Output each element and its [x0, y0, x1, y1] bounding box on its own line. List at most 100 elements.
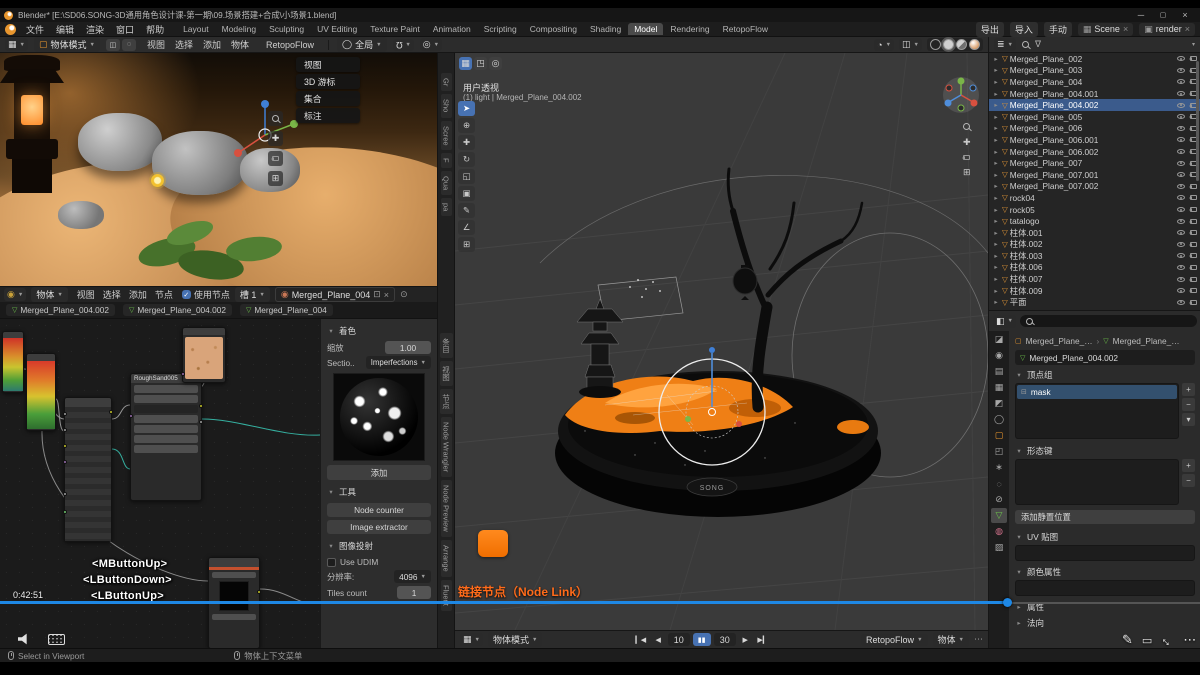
properties-editor-icon[interactable]: ◧▼: [993, 315, 1016, 328]
maximize-button[interactable]: ▢: [1152, 9, 1174, 21]
hide-render-icon[interactable]: [1190, 253, 1197, 258]
frame-end-field[interactable]: 30: [714, 633, 736, 646]
material-slot-selector[interactable]: 槽 1▼: [235, 287, 270, 302]
outliner-row[interactable]: ▸▽ 柱体.002: [989, 239, 1200, 251]
hide-render-icon[interactable]: [1190, 195, 1197, 200]
properties-search-input[interactable]: [1020, 315, 1197, 327]
hide-viewport-icon[interactable]: [1177, 288, 1185, 293]
pin-icon[interactable]: ⊙: [400, 289, 408, 300]
menu-item[interactable]: 帮助: [140, 23, 170, 36]
hide-render-icon[interactable]: [1190, 277, 1197, 282]
hide-viewport-icon[interactable]: [1177, 126, 1185, 131]
mode-toggle2-icon[interactable]: ◌: [122, 39, 136, 51]
overlay-menu-item[interactable]: 标注: [296, 108, 360, 123]
mode-toggle-icon[interactable]: ◫: [106, 39, 120, 51]
viewport-tool-button[interactable]: ↻: [458, 152, 475, 167]
hide-viewport-icon[interactable]: [1177, 68, 1185, 73]
orientation-selector[interactable]: ◯全局▼: [337, 37, 387, 52]
minimize-button[interactable]: ─: [1130, 9, 1152, 21]
add-rest-position-button[interactable]: 添加静置位置: [1015, 510, 1195, 524]
workspace-tab[interactable]: Layout: [177, 23, 215, 35]
outliner-row[interactable]: ▸▽ Merged_Plane_006.001: [989, 134, 1200, 146]
properties-tab-icon[interactable]: ◩: [991, 396, 1007, 411]
shading-material-icon[interactable]: [956, 39, 967, 50]
hide-viewport-icon[interactable]: [1177, 230, 1185, 235]
subtitle-keyboard-icon[interactable]: [48, 634, 65, 645]
properties-tab-icon[interactable]: ▦: [991, 380, 1007, 395]
viewport-tool-button[interactable]: ▣: [458, 186, 475, 201]
shading-wireframe-icon[interactable]: [930, 39, 941, 50]
workspace-tab[interactable]: Rendering: [664, 23, 715, 35]
side-tab[interactable]: 视图: [440, 361, 453, 386]
shader-menu-item[interactable]: 选择: [99, 288, 125, 301]
scale-value-field[interactable]: 1.00: [385, 341, 431, 354]
workspace-tab[interactable]: UV Editing: [311, 23, 363, 35]
side-tab[interactable]: Scree: [441, 121, 452, 151]
main-3d-viewport[interactable]: SONG ▦ ◳ ◎ 用户透视 (1) light | Merged_Plane…: [455, 53, 988, 630]
crumb-data[interactable]: Merged_Plane_…: [1113, 336, 1180, 346]
side-tab[interactable]: Arrange: [441, 540, 452, 577]
hide-viewport-icon[interactable]: [1177, 277, 1185, 282]
workspace-tab[interactable]: Compositing: [524, 23, 583, 35]
udim-checkbox[interactable]: Use UDIM: [327, 557, 431, 567]
zoom-icon[interactable]: [268, 111, 283, 126]
shader-menu-item[interactable]: 节点: [151, 288, 177, 301]
overlay-menu-item[interactable]: 3D 游标: [296, 74, 360, 89]
scene-unlink-icon[interactable]: ×: [1123, 24, 1128, 34]
prev-frame-icon[interactable]: ◀: [652, 633, 665, 646]
workspace-tab[interactable]: Animation: [427, 23, 477, 35]
scene-selector[interactable]: ▦Scene×: [1078, 23, 1133, 36]
menu-item[interactable]: 窗口: [110, 23, 140, 36]
workspace-tab[interactable]: Model: [628, 23, 663, 35]
outliner-search-icon[interactable]: [1022, 41, 1029, 48]
hide-viewport-icon[interactable]: [1177, 253, 1185, 258]
viewport-tool-button[interactable]: ➤: [458, 101, 475, 116]
side-tab[interactable]: Node Preview: [441, 480, 452, 537]
roughsand-texture-node[interactable]: RoughSand005: [130, 373, 202, 501]
shader-menu-item[interactable]: 添加: [125, 288, 151, 301]
hide-render-icon[interactable]: [1190, 265, 1197, 270]
resolution-dropdown[interactable]: 4096▼: [394, 570, 431, 583]
outliner-row[interactable]: ▸▽ Merged_Plane_006.002: [989, 146, 1200, 158]
left-render-viewport[interactable]: 视图3D 游标集合标注 ✚ ⊞: [0, 53, 437, 286]
side-tab[interactable]: Fluent: [441, 580, 452, 611]
zoom-icon[interactable]: [963, 123, 970, 130]
hide-viewport-icon[interactable]: [1177, 172, 1185, 177]
viewport-tool-button[interactable]: ∠: [458, 220, 475, 235]
volume-icon[interactable]: [18, 633, 32, 645]
workspace-tab[interactable]: Scripting: [478, 23, 523, 35]
more-options-icon[interactable]: ⋯: [1183, 632, 1196, 648]
ortho-toggle-icon[interactable]: ⊞: [268, 171, 283, 186]
remove-vertex-group-button[interactable]: −: [1182, 398, 1195, 411]
outliner-row[interactable]: ▸▽ Merged_Plane_004.001: [989, 88, 1200, 100]
outliner-row[interactable]: ▸▽ Merged_Plane_004.002: [989, 99, 1200, 111]
view-layer-selector[interactable]: ▣render×: [1139, 23, 1195, 36]
hide-viewport-icon[interactable]: [1177, 91, 1185, 96]
properties-tab-icon[interactable]: ◰: [991, 444, 1007, 459]
outliner-collapse-icon[interactable]: ▾: [1192, 41, 1195, 48]
workspace-tab[interactable]: Texture Paint: [364, 23, 426, 35]
overlay-menu-item[interactable]: 集合: [296, 91, 360, 106]
properties-tab-icon[interactable]: ⊘: [991, 492, 1007, 507]
orange-color-swatch[interactable]: [478, 530, 508, 557]
side-tab[interactable]: Sho: [441, 94, 452, 117]
add-button[interactable]: 添加: [327, 465, 431, 480]
side-tab[interactable]: pa: [441, 198, 452, 216]
data-name-field[interactable]: ▽Merged_Plane_004.002: [1015, 350, 1195, 365]
material-copy-icon[interactable]: ⊡: [373, 289, 381, 300]
annotate-pencil-icon[interactable]: ✎: [1122, 632, 1133, 648]
hide-viewport-icon[interactable]: [1177, 79, 1185, 84]
material-selector[interactable]: ◉Merged_Plane_004 ⊡ ×: [275, 287, 395, 302]
properties-tab-icon[interactable]: ◌: [991, 476, 1007, 491]
hide-render-icon[interactable]: [1190, 242, 1197, 247]
vertex-group-row[interactable]: ⊟mask: [1017, 385, 1177, 399]
outliner-row[interactable]: ▸▽ 柱体.001: [989, 227, 1200, 239]
outliner-row[interactable]: ▸▽ rock05: [989, 204, 1200, 216]
colorramp-node-large[interactable]: [26, 353, 56, 431]
hide-render-icon[interactable]: [1190, 230, 1197, 235]
ortho-toggle-icon[interactable]: ⊞: [963, 167, 971, 178]
vertex-group-specials-icon[interactable]: ▾: [1182, 413, 1195, 426]
hide-render-icon[interactable]: [1190, 184, 1197, 189]
camera-view-icon[interactable]: [963, 155, 970, 160]
fullscreen-icon[interactable]: ↔: [1158, 630, 1178, 650]
